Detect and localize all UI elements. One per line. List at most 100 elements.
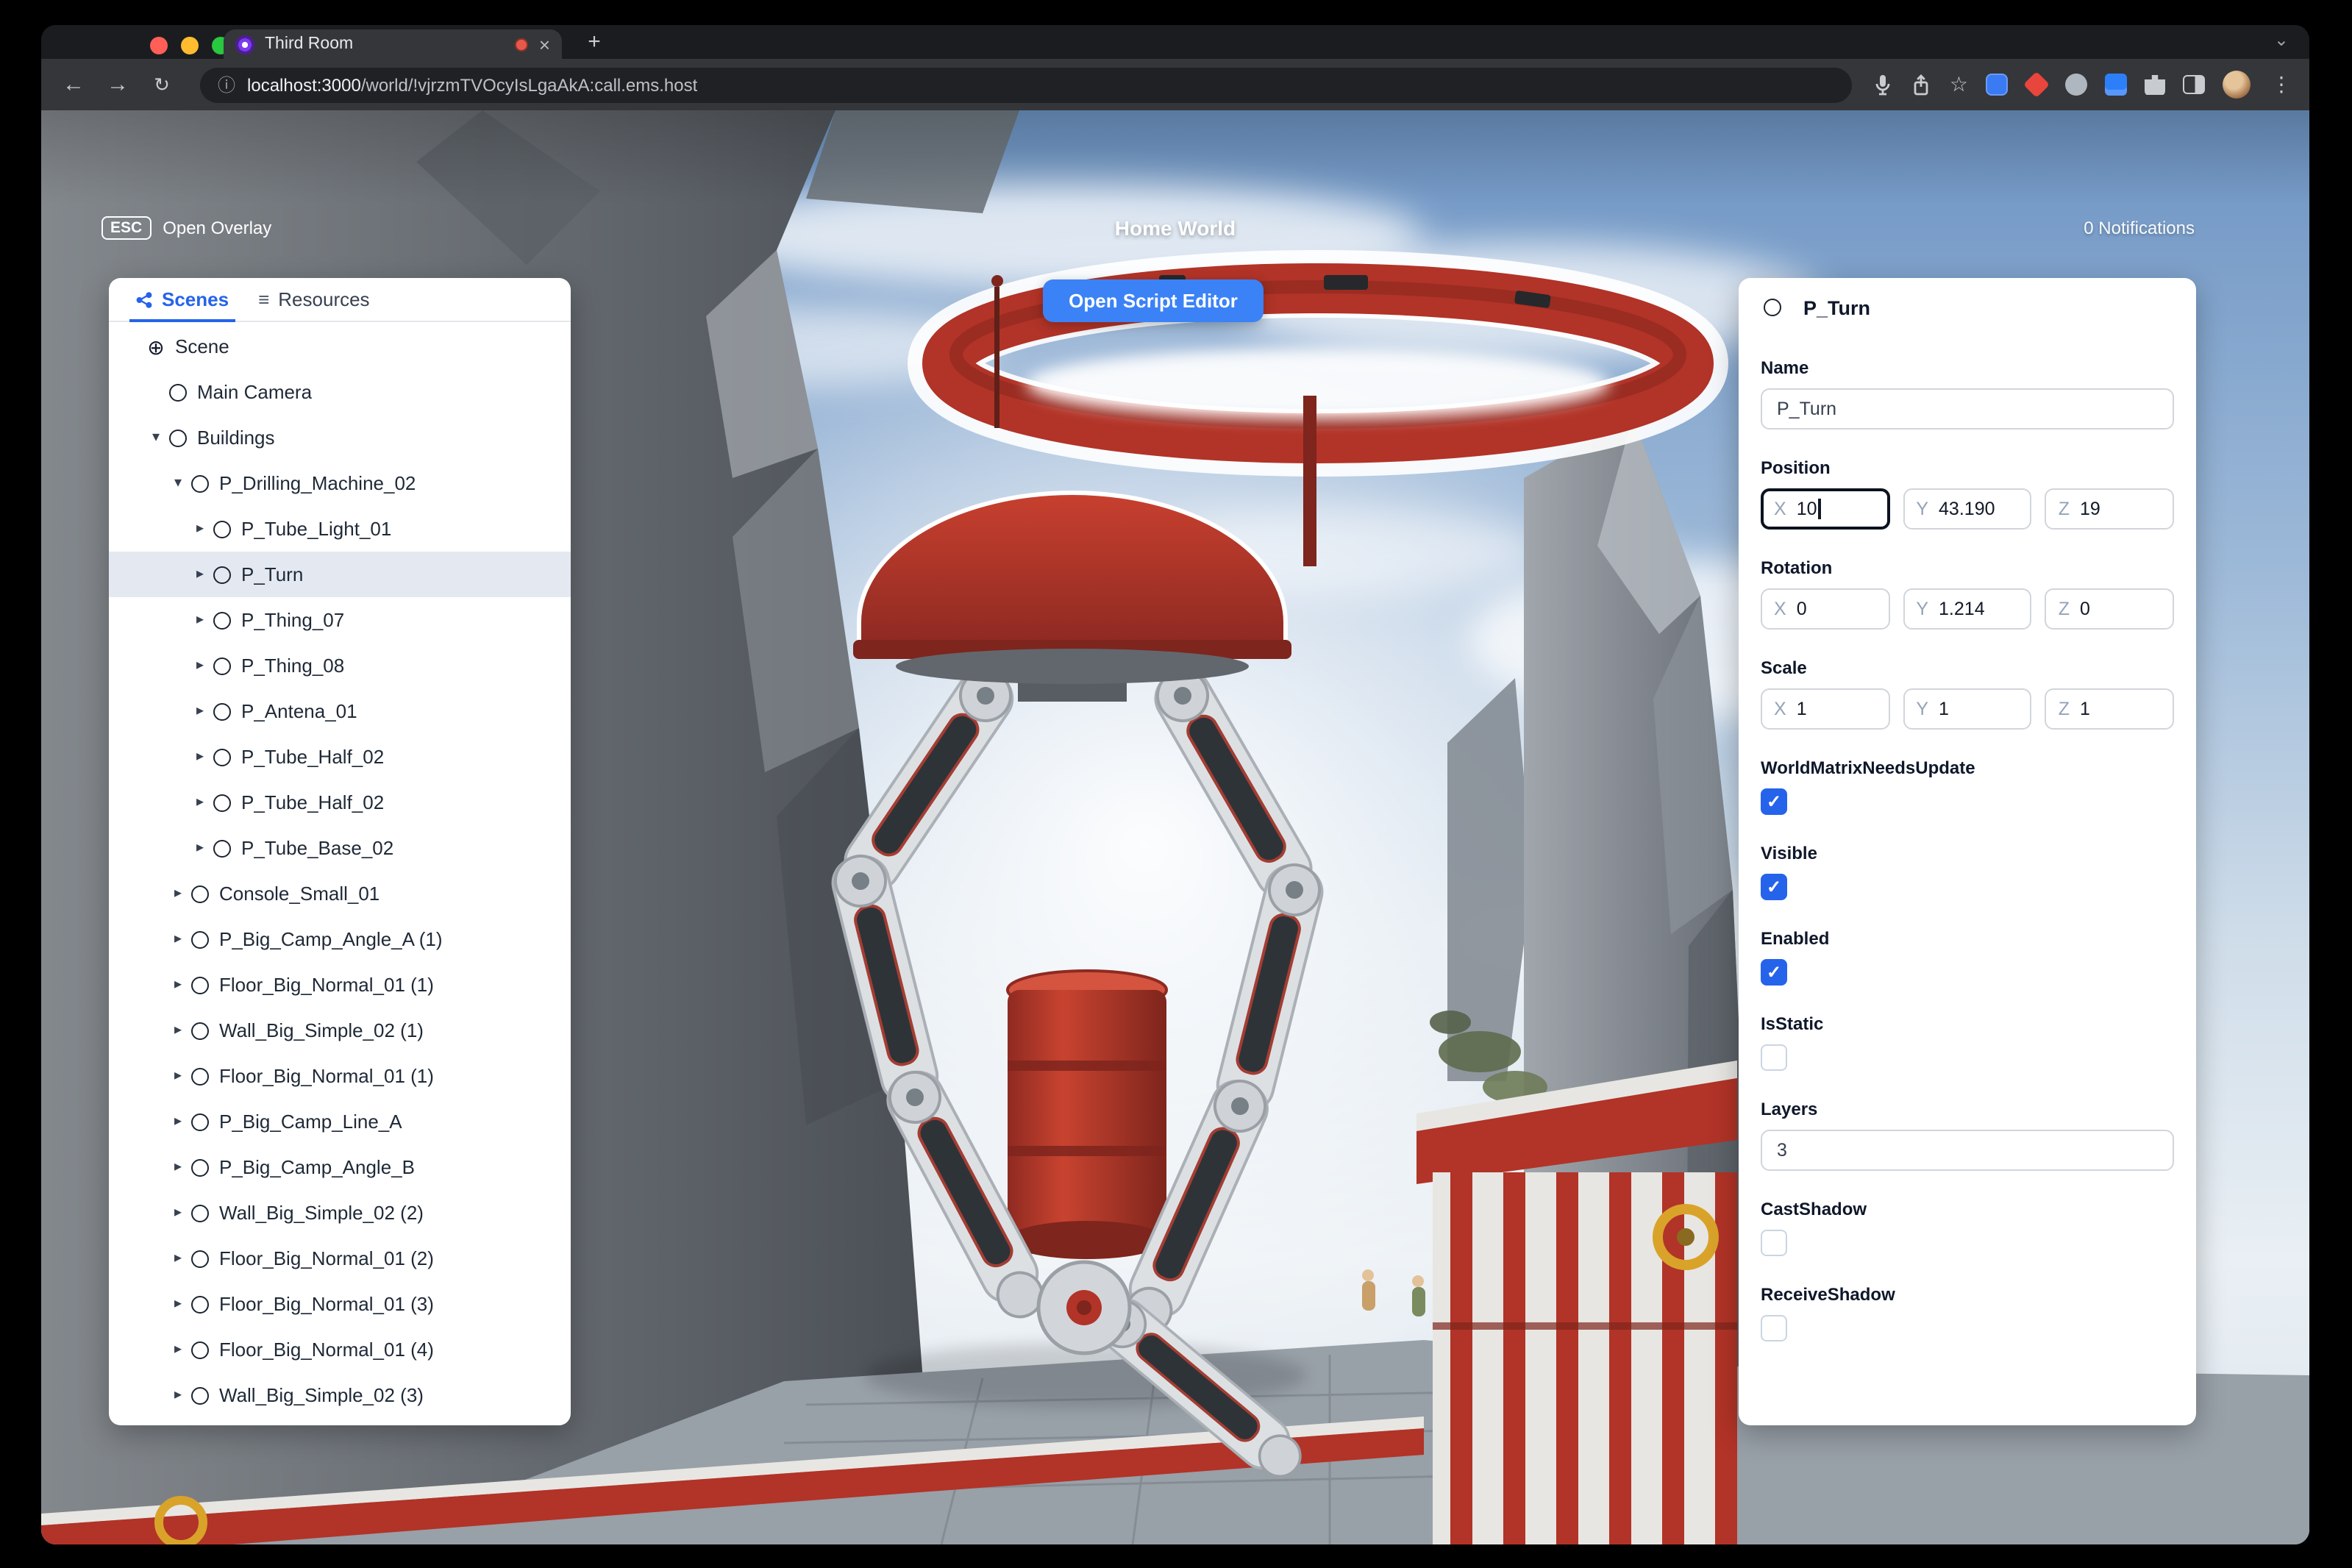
tree-item[interactable]: ▸ P_Tube_Base_02 bbox=[109, 825, 571, 871]
node-circle-icon bbox=[213, 611, 231, 629]
tree-item[interactable]: ▸ Floor_Big_Normal_01 (4) bbox=[109, 1327, 571, 1372]
scale-x-input[interactable]: X 1 bbox=[1761, 688, 1890, 730]
chevron-right-icon[interactable]: ▸ bbox=[190, 703, 210, 719]
chevron-right-icon[interactable]: ▸ bbox=[168, 931, 188, 947]
tree-item[interactable]: Main Camera bbox=[109, 369, 571, 415]
tree-item[interactable]: ▸ P_Thing_08 bbox=[109, 643, 571, 688]
extension-icon-docs[interactable] bbox=[2105, 74, 2127, 96]
tree-item-label: P_Big_Camp_Angle_B bbox=[219, 1156, 415, 1178]
rotation-y-input[interactable]: Y 1.214 bbox=[1903, 588, 2032, 630]
open-script-editor-button[interactable]: Open Script Editor bbox=[1043, 279, 1264, 322]
tree-item[interactable]: ▸ Wall_Big_Simple_02 (2) bbox=[109, 1190, 571, 1236]
tree-item[interactable]: ▸ Floor_Big_Normal_01 (1) bbox=[109, 962, 571, 1008]
position-y-input[interactable]: Y 43.190 bbox=[1903, 488, 2032, 530]
browser-tab[interactable]: Third Room × bbox=[224, 29, 562, 59]
position-z-input[interactable]: Z 19 bbox=[2045, 488, 2175, 530]
chevron-right-icon[interactable]: ▸ bbox=[168, 1387, 188, 1403]
chevron-right-icon[interactable]: ▸ bbox=[190, 612, 210, 628]
minimize-window-button[interactable] bbox=[181, 37, 199, 54]
back-button[interactable]: ← bbox=[56, 72, 91, 97]
tree-item[interactable]: ▸ Wall_Big_Simple_02 (1) bbox=[109, 1008, 571, 1053]
tab-scenes[interactable]: Scenes bbox=[124, 278, 240, 322]
extensions-puzzle-icon[interactable] bbox=[2145, 74, 2165, 95]
tree-item[interactable]: ▸ Floor_Big_Normal_01 (1) bbox=[109, 1053, 571, 1099]
side-panel-icon[interactable] bbox=[2183, 75, 2205, 94]
chevron-right-icon[interactable]: ▸ bbox=[190, 658, 210, 674]
rotation-x-input[interactable]: X 0 bbox=[1761, 588, 1890, 630]
tree-item[interactable]: ▾ Buildings bbox=[109, 415, 571, 460]
chevron-right-icon[interactable]: ▸ bbox=[168, 1341, 188, 1358]
close-tab-icon[interactable]: × bbox=[539, 35, 550, 54]
chevron-right-icon[interactable]: ▸ bbox=[190, 566, 210, 582]
chevron-right-icon[interactable]: ▸ bbox=[168, 885, 188, 902]
chevron-right-icon[interactable]: ▸ bbox=[168, 1113, 188, 1130]
scale-y-input[interactable]: Y 1 bbox=[1903, 688, 2032, 730]
chevron-right-icon[interactable]: ▸ bbox=[190, 840, 210, 856]
tree-item[interactable]: ▸ P_Big_Camp_Angle_A (1) bbox=[109, 916, 571, 962]
tree-item[interactable]: ▸ Console_Small_01 bbox=[109, 871, 571, 916]
tree-item[interactable]: ▸ P_Big_Camp_Line_A bbox=[109, 1099, 571, 1144]
tab-resources[interactable]: ≡ Resources bbox=[246, 278, 381, 321]
extension-icon-red[interactable] bbox=[2023, 71, 2050, 99]
enabled-checkbox[interactable]: ✓ bbox=[1761, 959, 1787, 986]
tree-item-label: P_Thing_07 bbox=[241, 609, 345, 631]
chevron-down-icon[interactable]: ▾ bbox=[168, 475, 188, 491]
scale-z-input[interactable]: Z 1 bbox=[2045, 688, 2175, 730]
tab-list-chevron-icon[interactable]: ⌄ bbox=[2274, 29, 2289, 50]
profile-avatar[interactable] bbox=[2223, 71, 2251, 99]
notifications-label[interactable]: 0 Notifications bbox=[2084, 218, 2195, 238]
browser-menu-icon[interactable]: ⋮ bbox=[2268, 72, 2292, 97]
node-circle-icon bbox=[191, 1386, 209, 1404]
globe-icon: ⊕ bbox=[147, 335, 165, 358]
extension-icon-shield[interactable] bbox=[1986, 74, 2008, 96]
tree-item[interactable]: ▸ P_Tube_Half_02 bbox=[109, 780, 571, 825]
rotation-z-input[interactable]: Z 0 bbox=[2045, 588, 2175, 630]
tree-item[interactable]: ▾ P_Drilling_Machine_02 bbox=[109, 460, 571, 506]
extension-icon-gray[interactable] bbox=[2065, 74, 2087, 96]
rotation-inputs: X 0 Y 1.214 Z 0 bbox=[1761, 588, 2175, 630]
chevron-right-icon[interactable]: ▸ bbox=[168, 977, 188, 993]
name-label: Name bbox=[1761, 357, 1809, 378]
is-static-checkbox[interactable]: ✓ bbox=[1761, 1044, 1787, 1071]
tree-item[interactable]: ▸ Floor_Big_Normal_01 (3) bbox=[109, 1281, 571, 1327]
tree-item[interactable]: ▸ P_Thing_07 bbox=[109, 597, 571, 643]
tree-item[interactable]: ▸ P_Antena_01 bbox=[109, 688, 571, 734]
window-controls bbox=[150, 37, 229, 54]
share-icon[interactable] bbox=[1911, 73, 1932, 96]
receive-shadow-checkbox[interactable]: ✓ bbox=[1761, 1315, 1787, 1341]
new-tab-button[interactable]: + bbox=[580, 28, 609, 57]
reload-button[interactable]: ↻ bbox=[144, 73, 179, 96]
chevron-right-icon[interactable]: ▸ bbox=[190, 749, 210, 765]
check-icon: ✓ bbox=[1766, 877, 1782, 897]
tree-item[interactable]: ▸ Floor_Big_Normal_01 (2) bbox=[109, 1236, 571, 1281]
world-matrix-checkbox[interactable]: ✓ bbox=[1761, 788, 1787, 815]
address-bar[interactable]: ⓘ localhost:3000/world/!vjrzmTVOcyIsLgaA… bbox=[200, 67, 1853, 102]
position-x-input[interactable]: X 10 bbox=[1761, 488, 1890, 530]
chevron-right-icon[interactable]: ▸ bbox=[190, 521, 210, 537]
visible-checkbox[interactable]: ✓ bbox=[1761, 874, 1787, 900]
chevron-right-icon[interactable]: ▸ bbox=[168, 1205, 188, 1221]
tree-item[interactable]: ▸ P_Tube_Half_02 bbox=[109, 734, 571, 780]
tree-item[interactable]: ▸ Wall_Big_Simple_02 (3) bbox=[109, 1372, 571, 1418]
cast-shadow-checkbox[interactable]: ✓ bbox=[1761, 1230, 1787, 1256]
chevron-right-icon[interactable]: ▸ bbox=[168, 1159, 188, 1175]
tree-item[interactable]: ▸ P_Turn bbox=[109, 552, 571, 597]
tree-item[interactable]: ▸ P_Big_Camp_Angle_B bbox=[109, 1144, 571, 1190]
name-input[interactable]: P_Turn bbox=[1761, 388, 2174, 430]
site-info-icon[interactable]: ⓘ bbox=[218, 72, 235, 97]
node-circle-icon bbox=[191, 1204, 209, 1222]
chevron-right-icon[interactable]: ▸ bbox=[168, 1022, 188, 1038]
chevron-right-icon[interactable]: ▸ bbox=[190, 794, 210, 810]
layers-input[interactable]: 3 bbox=[1761, 1130, 2174, 1171]
close-window-button[interactable] bbox=[150, 37, 168, 54]
bookmark-star-icon[interactable]: ☆ bbox=[1950, 72, 1968, 97]
chevron-right-icon[interactable]: ▸ bbox=[168, 1068, 188, 1084]
chevron-down-icon[interactable]: ▾ bbox=[146, 430, 166, 446]
tree-item[interactable]: ▸ P_Tube_Light_01 bbox=[109, 506, 571, 552]
microphone-icon[interactable] bbox=[1873, 73, 1894, 96]
forward-button[interactable]: → bbox=[100, 72, 135, 97]
tree-item[interactable]: ⊕ Scene bbox=[109, 324, 571, 369]
chevron-right-icon[interactable]: ▸ bbox=[168, 1250, 188, 1266]
tree-item-label: Floor_Big_Normal_01 (4) bbox=[219, 1339, 434, 1361]
chevron-right-icon[interactable]: ▸ bbox=[168, 1296, 188, 1312]
